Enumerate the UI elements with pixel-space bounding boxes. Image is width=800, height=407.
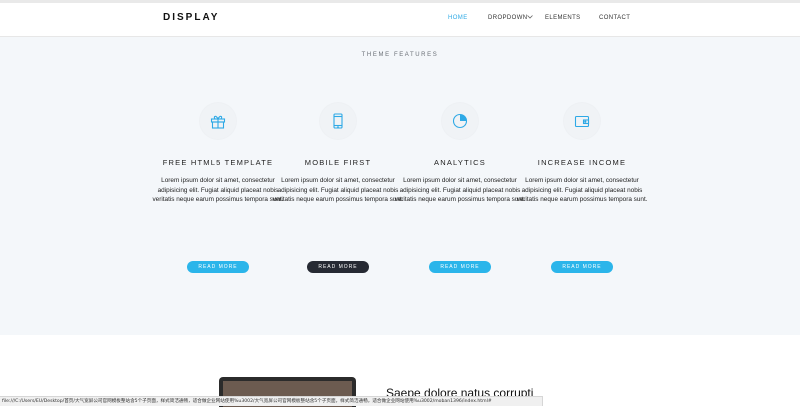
feature-description: Lorem ipsum dolor sit amet, consectetur … xyxy=(152,177,284,203)
nav-elements[interactable]: ELEMENTS xyxy=(545,15,581,21)
feature-description: Lorem ipsum dolor sit amet, consectetur … xyxy=(516,177,648,203)
read-more-button[interactable]: READ MORE xyxy=(551,261,613,273)
pie-chart-icon xyxy=(452,113,468,129)
nav-dropdown[interactable]: DROPDOWN xyxy=(488,15,528,21)
feature-title: INCREASE INCOME xyxy=(537,158,627,167)
nav-contact[interactable]: CONTACT xyxy=(599,15,630,21)
feature-description: Lorem ipsum dolor sit amet, consectetur … xyxy=(394,177,526,203)
wallet-icon xyxy=(574,115,590,128)
read-more-button[interactable]: READ MORE xyxy=(429,261,491,273)
chevron-down-icon[interactable] xyxy=(526,13,534,21)
section-title: THEME FEATURES xyxy=(361,52,439,58)
read-more-button[interactable]: READ MORE xyxy=(187,261,249,273)
feature-description: Lorem ipsum dolor sit amet, consectetur … xyxy=(272,177,404,203)
main-nav: HOME DROPDOWN ELEMENTS CONTACT xyxy=(0,15,800,27)
nav-home[interactable]: HOME xyxy=(448,15,468,21)
gift-icon xyxy=(210,115,226,129)
mobile-icon xyxy=(333,113,343,129)
site-header: DISPLAY HOME DROPDOWN ELEMENTS CONTACT xyxy=(0,3,800,37)
read-more-button[interactable]: READ MORE xyxy=(307,261,369,273)
